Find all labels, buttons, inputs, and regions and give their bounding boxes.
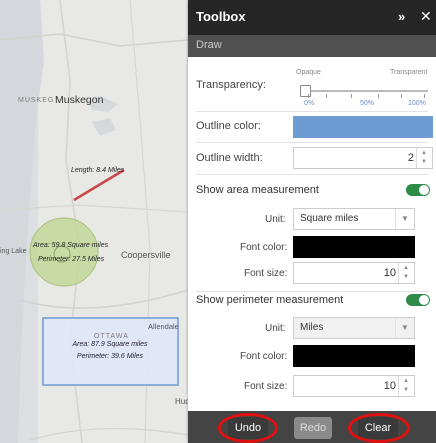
show-area-label: Show area measurement <box>196 184 319 196</box>
redo-button[interactable]: Redo <box>294 417 332 439</box>
map-label-allendale: Allendale <box>148 322 179 331</box>
toolbox-titlebar: Toolbox » ✕ <box>188 0 436 35</box>
perimeter-font-size-input[interactable]: 10 ▲ ▼ <box>293 375 415 397</box>
show-area-toggle[interactable] <box>406 184 430 196</box>
toolbox-panel: Toolbox » ✕ Draw Transparency: Opaque Tr… <box>188 0 436 443</box>
perimeter-font-size-value: 10 <box>383 380 396 392</box>
draw-settings: Transparency: Opaque Transparent 0% 50% … <box>188 57 436 443</box>
close-icon[interactable]: ✕ <box>420 8 432 25</box>
transparency-slider-handle[interactable] <box>300 85 311 97</box>
area-font-size-input[interactable]: 10 ▲ ▼ <box>293 262 415 284</box>
perimeter-unit-label: Unit: <box>265 323 286 334</box>
slider-opaque-label: Opaque <box>296 69 321 76</box>
circle-area-label: Area: 59.8 Square miles <box>33 242 109 249</box>
transparency-slider[interactable] <box>300 90 428 92</box>
measure-circle[interactable] <box>29 217 99 287</box>
show-perimeter-label: Show perimeter measurement <box>196 294 344 306</box>
outline-width-label: Outline width: <box>196 152 263 164</box>
perimeter-font-color-label: Font color: <box>240 351 288 362</box>
map-label-spring-lake: ing Lake <box>0 248 27 255</box>
tick-label-50: 50% <box>360 100 375 107</box>
outline-width-input[interactable]: 2 ▲ ▼ <box>293 147 433 169</box>
chevron-down-icon: ▼ <box>395 318 414 338</box>
map-label-ottawa: OTTAWA <box>94 333 129 340</box>
clear-highlight-ring <box>348 413 410 443</box>
area-font-color-label: Font color: <box>240 242 288 253</box>
outline-width-spinner[interactable]: ▲ ▼ <box>416 148 432 168</box>
rect-perimeter-label: Perimeter: 39.6 Miles <box>76 353 144 360</box>
undo-highlight-ring <box>218 413 278 443</box>
area-unit-value: Square miles <box>300 213 359 224</box>
area-unit-label: Unit: <box>265 214 286 225</box>
slider-transparent-label: Transparent <box>390 69 428 76</box>
draw-section-header: Draw <box>188 35 436 57</box>
transparency-label: Transparency: <box>196 79 266 91</box>
outline-width-value: 2 <box>407 152 414 164</box>
area-font-size-spinner[interactable]: ▲ ▼ <box>398 263 414 283</box>
length-label: Length: 8.4 Miles <box>71 167 125 174</box>
toolbox-title: Toolbox <box>196 9 246 24</box>
outline-color-label: Outline color: <box>196 120 261 132</box>
area-unit-select[interactable]: Square miles ▼ <box>293 208 415 230</box>
perimeter-font-size-spinner[interactable]: ▲ ▼ <box>398 376 414 396</box>
draw-section-title: Draw <box>196 39 222 51</box>
outline-color-picker[interactable] <box>293 116 433 138</box>
collapse-icon[interactable]: » <box>398 9 405 24</box>
map-label-muskegon-county: MUSKEG <box>18 97 55 104</box>
map-label-coopersville: Coopersville <box>121 250 171 260</box>
map-label-muskegon: Muskegon <box>55 94 104 106</box>
area-font-color-picker[interactable] <box>293 236 415 258</box>
toolbox-footer: Undo Redo Clear <box>188 411 436 443</box>
perimeter-unit-value: Miles <box>300 322 324 333</box>
circle-perimeter-label: Perimeter: 27.5 Miles <box>38 256 105 263</box>
measure-line[interactable] <box>73 168 125 202</box>
tick-label-0: 0% <box>304 100 315 107</box>
area-font-size-value: 10 <box>383 267 396 279</box>
perimeter-unit-select[interactable]: Miles ▼ <box>293 317 415 339</box>
chevron-down-icon: ▼ <box>395 209 414 229</box>
show-perimeter-toggle[interactable] <box>406 294 430 306</box>
rect-area-label: Area: 87.9 Square miles <box>72 341 148 348</box>
perimeter-font-size-label: Font size: <box>244 381 288 392</box>
perimeter-font-color-picker[interactable] <box>293 345 415 367</box>
tick-label-100: 100% <box>408 100 426 107</box>
area-font-size-label: Font size: <box>244 268 288 279</box>
